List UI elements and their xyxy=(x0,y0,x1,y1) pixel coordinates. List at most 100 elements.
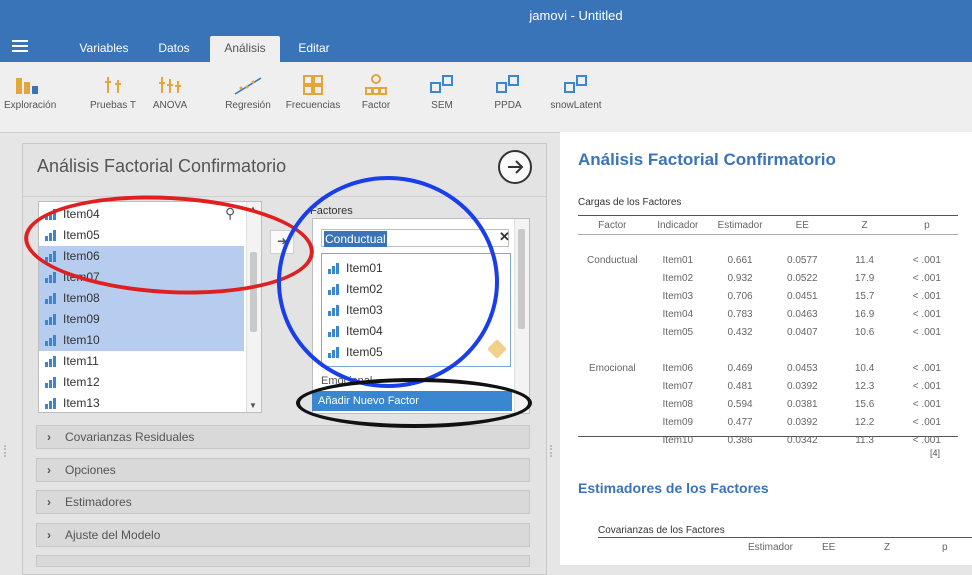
list-item[interactable]: Item08 xyxy=(39,288,244,309)
cell: 0.0342 xyxy=(787,434,818,446)
list-item[interactable]: Item06 xyxy=(39,246,244,267)
results-title: Análisis Factorial Confirmatorio xyxy=(578,150,836,169)
list-item[interactable]: Item07 xyxy=(39,267,244,288)
variable-label: Item01 xyxy=(346,261,383,275)
cell: Item05 xyxy=(662,326,694,338)
cell: < .001 xyxy=(912,308,941,320)
cell: Emocional xyxy=(588,362,636,374)
cell: Conductual xyxy=(587,254,638,266)
table-rule xyxy=(598,537,972,538)
list-item[interactable]: Item03 xyxy=(322,300,492,321)
factor-name-input[interactable]: Conductual xyxy=(321,229,509,247)
cell: 12.3 xyxy=(854,380,875,392)
factor-items-list[interactable]: Item01 Item02 Item03 Item04 Item05 xyxy=(321,253,511,367)
sem-module-icon xyxy=(430,75,453,93)
cell: 0.469 xyxy=(727,362,753,374)
scroll-down-icon[interactable]: ▼ xyxy=(249,401,257,410)
cell: 15.7 xyxy=(854,290,875,302)
col-header: Z xyxy=(861,220,868,231)
cell: 0.0522 xyxy=(787,272,818,284)
tab-editar[interactable]: Editar xyxy=(288,36,340,62)
cell: 0.432 xyxy=(727,326,753,338)
ribbon-label: Exploración xyxy=(4,100,57,111)
list-item[interactable]: Item11 xyxy=(39,351,244,372)
run-analysis-button[interactable] xyxy=(498,150,532,184)
ribbon-exploracion[interactable]: Exploración xyxy=(4,74,56,111)
section-label: Covarianzas Residuales xyxy=(65,430,195,444)
continuous-variable-icon xyxy=(45,230,56,241)
add-new-factor-button[interactable]: Añadir Nuevo Factor xyxy=(312,391,512,411)
search-icon[interactable]: ⚲ xyxy=(225,205,235,222)
section-partial[interactable] xyxy=(36,555,530,567)
ribbon-ppda[interactable]: PPDA xyxy=(490,74,526,111)
cell: 0.0577 xyxy=(787,254,818,266)
remove-factor-icon[interactable]: ✕ xyxy=(499,229,510,245)
chevron-right-icon: › xyxy=(47,430,51,444)
ribbon-snowlatent[interactable]: snowLatent xyxy=(548,74,604,111)
section-label: Opciones xyxy=(65,463,116,477)
list-item[interactable]: Item04 xyxy=(39,204,244,225)
section-estimadores[interactable]: › Estimadores xyxy=(36,490,530,514)
ribbon-label: Factor xyxy=(361,100,391,111)
ribbon-pruebas-t[interactable]: Pruebas T xyxy=(86,74,140,111)
list-item[interactable]: Item04 xyxy=(322,321,492,342)
cell: < .001 xyxy=(912,290,941,302)
list-item[interactable]: Item10 xyxy=(39,330,244,351)
list-item[interactable]: Item02 xyxy=(322,279,492,300)
transfer-arrow-button[interactable]: ➜ xyxy=(270,230,294,254)
tab-analisis[interactable]: Análisis xyxy=(210,36,280,62)
list-item[interactable]: Item05 xyxy=(39,225,244,246)
middle-splitter[interactable] xyxy=(546,130,558,570)
scroll-thumb[interactable] xyxy=(518,229,525,329)
ribbon-sem[interactable]: SEM xyxy=(424,74,460,111)
cell: 0.661 xyxy=(727,254,753,266)
ribbon-regresion[interactable]: Regresión xyxy=(220,74,276,111)
cell: 0.0463 xyxy=(787,308,818,320)
continuous-variable-icon xyxy=(328,347,339,358)
hamburger-menu-icon[interactable] xyxy=(12,40,28,52)
cell xyxy=(578,377,647,395)
list-item[interactable]: Item09 xyxy=(39,309,244,330)
section-covarianzas-residuales[interactable]: › Covarianzas Residuales xyxy=(36,425,530,449)
section-opciones[interactable]: › Opciones xyxy=(36,458,530,482)
ribbon-label: SEM xyxy=(431,100,453,111)
ribbon-label: Regresión xyxy=(225,100,271,111)
ribbon-factor[interactable]: Factor xyxy=(356,74,396,111)
section-ajuste-del-modelo[interactable]: › Ajuste del Modelo xyxy=(36,523,530,547)
left-splitter[interactable] xyxy=(0,130,12,570)
cell: 0.706 xyxy=(727,290,753,302)
factor-2-name[interactable]: Emocional xyxy=(321,375,372,387)
splitter-grip-icon xyxy=(4,445,9,457)
divider xyxy=(23,196,546,197)
scrollbar[interactable] xyxy=(514,219,529,413)
variable-list: Item04 Item05 Item06 Item07 Item08 Item0… xyxy=(38,201,262,413)
continuous-variable-icon xyxy=(45,335,56,346)
cell xyxy=(578,431,647,449)
list-item[interactable]: Item13 xyxy=(39,393,244,412)
list-item[interactable]: Item12 xyxy=(39,372,244,393)
cell xyxy=(578,413,647,431)
continuous-variable-icon xyxy=(45,209,56,220)
cell: 0.932 xyxy=(727,272,753,284)
cell: < .001 xyxy=(912,326,941,338)
variable-label: Item11 xyxy=(63,354,99,368)
tab-datos[interactable]: Datos xyxy=(148,36,200,62)
scroll-thumb[interactable] xyxy=(250,252,257,332)
cell: 17.9 xyxy=(854,272,875,284)
list-item[interactable]: Item05 xyxy=(322,342,492,363)
ribbon-label: Frecuencias xyxy=(285,100,341,111)
variable-label: Item05 xyxy=(63,228,100,242)
scroll-up-icon[interactable]: ▲ xyxy=(249,204,257,213)
cell: < .001 xyxy=(912,272,941,284)
frequencies-icon xyxy=(303,75,323,95)
col-header: Z xyxy=(884,542,891,553)
tab-variables[interactable]: Variables xyxy=(72,36,136,62)
scrollbar[interactable]: ▲ ▼ xyxy=(246,202,261,412)
list-item[interactable]: Item01 xyxy=(322,258,492,279)
cell: 0.0407 xyxy=(787,326,818,338)
cell: Item08 xyxy=(662,398,694,410)
cell: < .001 xyxy=(912,254,941,266)
bar-chart-icon xyxy=(16,78,38,94)
ribbon-anova[interactable]: ANOVA xyxy=(150,74,190,111)
ribbon-frecuencias[interactable]: Frecuencias xyxy=(282,74,344,111)
